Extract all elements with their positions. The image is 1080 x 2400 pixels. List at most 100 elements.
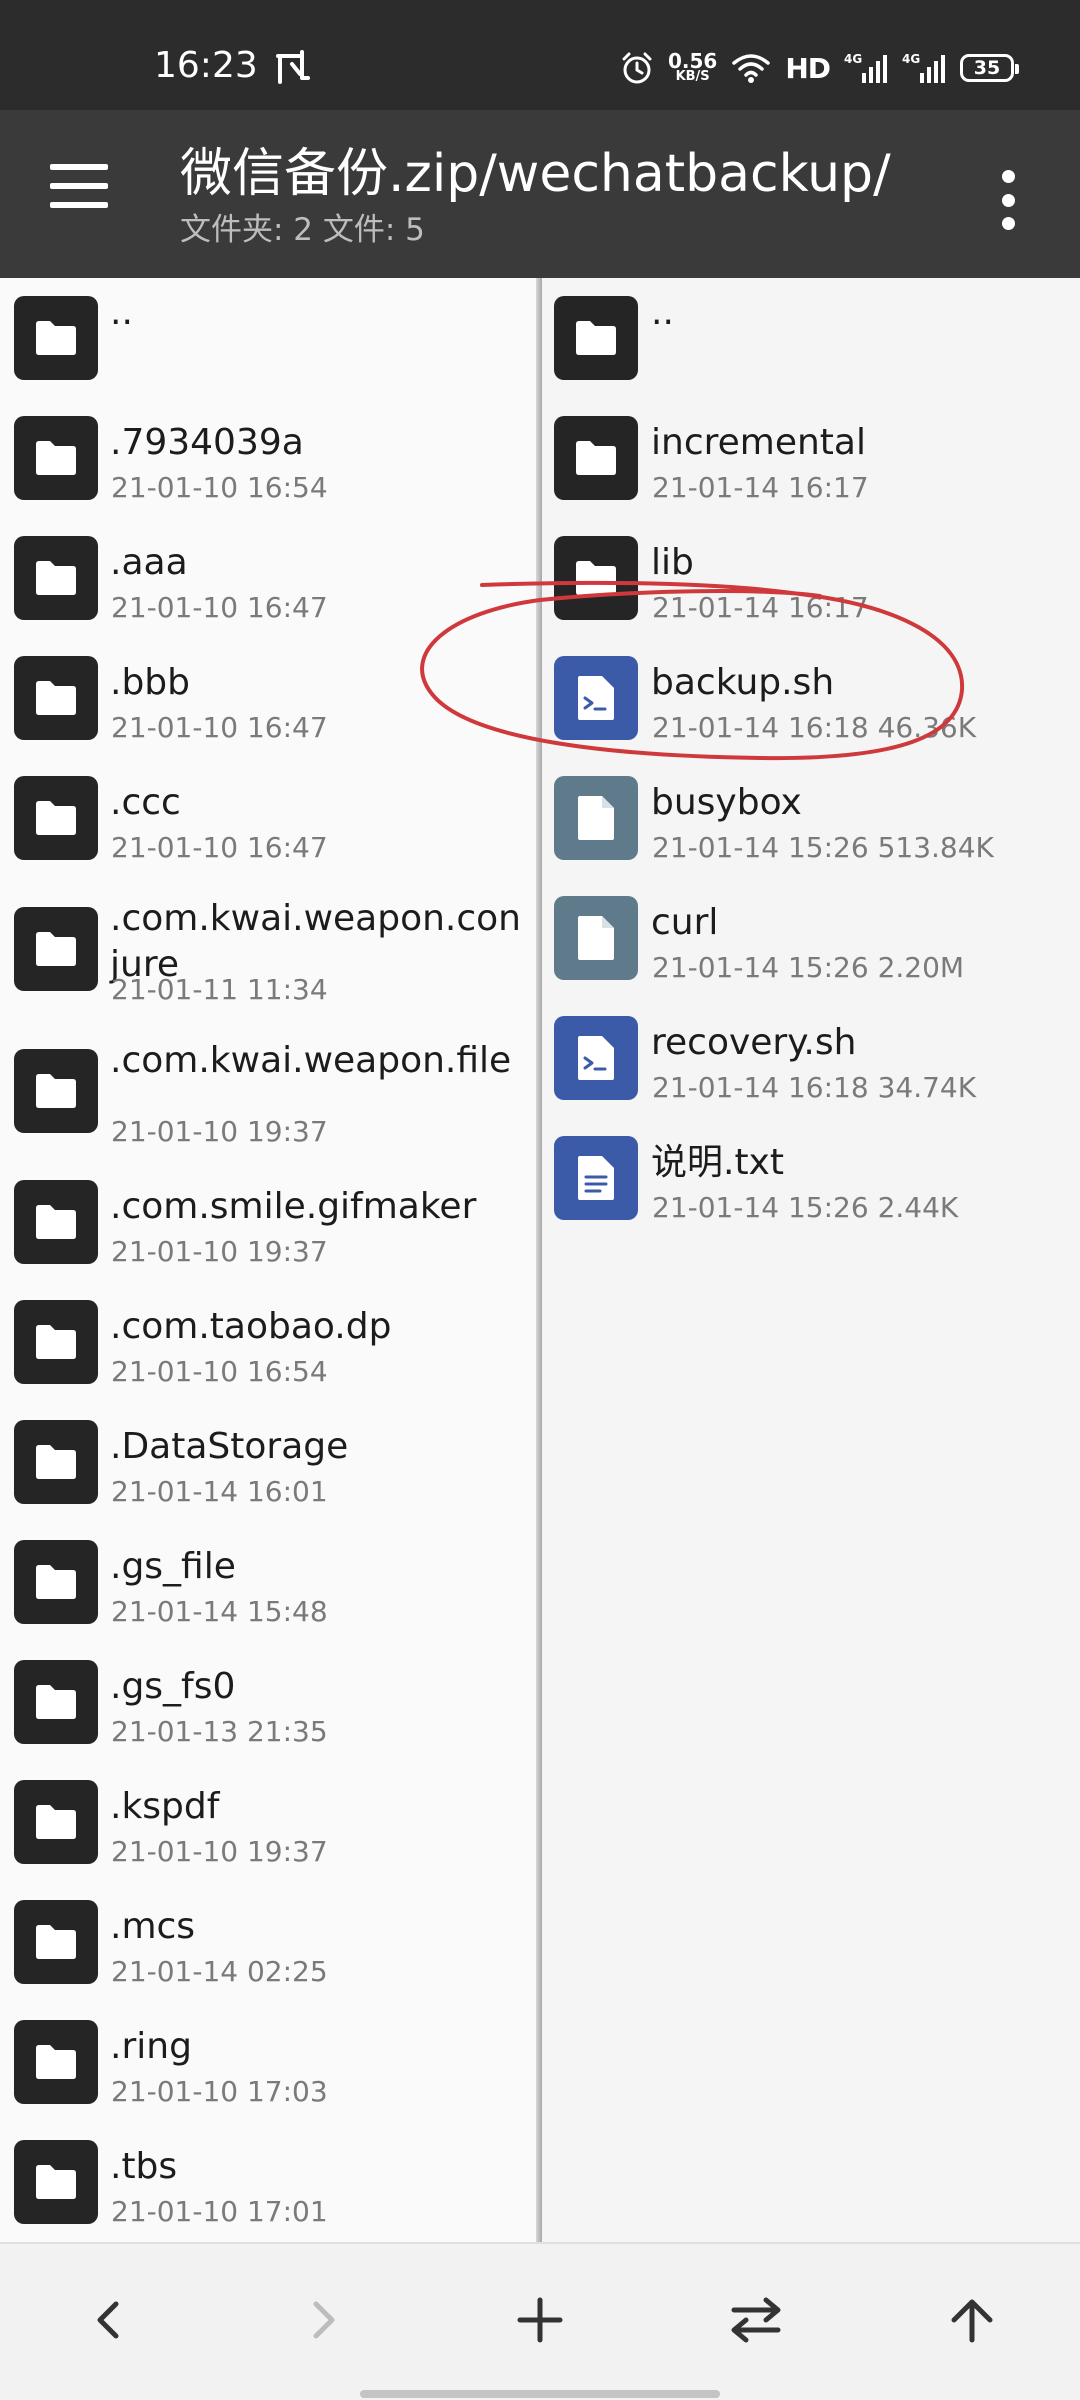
folder-item-lib[interactable]: lib 21-01-14 16:17 xyxy=(542,518,1080,638)
hd-badge: HD xyxy=(785,51,831,85)
wifi-icon xyxy=(732,54,771,83)
folder-icon xyxy=(14,2020,98,2104)
folder-item-com-taobao-dp[interactable]: .com.taobao.dp 21-01-10 16:54 xyxy=(0,1282,536,1402)
folder-item-tbs[interactable]: .tbs 21-01-10 17:01 xyxy=(0,2122,536,2242)
item-meta: 21-01-10 16:54 xyxy=(111,471,328,504)
item-meta: 21-01-10 17:03 xyxy=(111,2075,328,2108)
folder-item-incremental[interactable]: incremental 21-01-14 16:17 xyxy=(542,398,1080,518)
file-item-recovery-sh[interactable]: recovery.sh 21-01-14 16:18 34.74K xyxy=(542,998,1080,1118)
file-item-curl[interactable]: curl 21-01-14 15:26 2.20M xyxy=(542,878,1080,998)
item-meta: 21-01-14 16:18 34.74K xyxy=(652,1071,977,1104)
item-name: .7934039a xyxy=(110,422,304,463)
text-file-icon xyxy=(554,1136,638,1220)
file-icon xyxy=(554,896,638,980)
folder-icon xyxy=(14,1049,98,1133)
net-speed-unit: KB/S xyxy=(675,69,710,84)
folder-icon xyxy=(14,1540,98,1624)
battery-icon: 35 xyxy=(960,54,1019,82)
back-icon[interactable] xyxy=(68,2280,148,2360)
folder-item-parent[interactable]: .. xyxy=(0,278,536,398)
item-name: .kspdf xyxy=(110,1786,220,1827)
item-meta: 21-01-14 15:26 2.20M xyxy=(652,951,965,984)
folder-item-parent[interactable]: .. xyxy=(542,278,1080,398)
item-meta: 21-01-14 02:25 xyxy=(111,1955,328,1988)
item-name: .DataStorage xyxy=(110,1426,349,1467)
folder-icon xyxy=(14,1180,98,1264)
folder-icon xyxy=(14,776,98,860)
alarm-icon xyxy=(622,52,652,84)
item-name: .com.smile.gifmaker xyxy=(110,1186,477,1227)
item-meta: 21-01-10 16:47 xyxy=(111,591,328,624)
folder-icon xyxy=(14,416,98,500)
folder-item-ccc[interactable]: .ccc 21-01-10 16:47 xyxy=(0,758,536,878)
item-name: backup.sh xyxy=(651,662,835,703)
bottom-nav-bar xyxy=(0,2242,1080,2400)
file-item-busybox[interactable]: busybox 21-01-14 15:26 513.84K xyxy=(542,758,1080,878)
folder-item-datastorage[interactable]: .DataStorage 21-01-14 16:01 xyxy=(0,1402,536,1522)
status-time: 16:23 xyxy=(154,45,258,86)
item-meta: 21-01-14 16:17 xyxy=(652,591,869,624)
item-meta: 21-01-14 15:26 513.84K xyxy=(652,831,994,864)
folder-item-bbb[interactable]: .bbb 21-01-10 16:47 xyxy=(0,638,536,758)
file-item-说明-txt[interactable]: 说明.txt 21-01-14 15:26 2.44K xyxy=(542,1118,1080,1238)
folder-item-aaa[interactable]: .aaa 21-01-10 16:47 xyxy=(0,518,536,638)
more-options-icon[interactable] xyxy=(996,170,1020,230)
item-name: .gs_fs0 xyxy=(110,1666,236,1707)
add-icon[interactable] xyxy=(500,2280,580,2360)
folder-icon xyxy=(554,536,638,620)
menu-icon[interactable] xyxy=(50,164,118,224)
up-icon[interactable] xyxy=(932,2280,1012,2360)
right-file-pane[interactable]: .. incremental 21-01-14 16:17 lib 21-01-14 1… xyxy=(542,278,1080,2242)
item-meta: 21-01-10 19:37 xyxy=(111,1115,328,1148)
folder-item-mcs[interactable]: .mcs 21-01-14 02:25 xyxy=(0,1882,536,2002)
folder-item-com-kwai-weapon-conjure[interactable]: .com.kwai.weapon.conjure 21-01-11 11:34 xyxy=(0,878,536,1020)
folder-icon xyxy=(14,2140,98,2224)
item-meta: 21-01-14 16:01 xyxy=(111,1475,328,1508)
item-name: .mcs xyxy=(110,1906,196,1947)
item-name: .com.kwai.weapon.file xyxy=(110,1040,512,1081)
folder-icon xyxy=(554,416,638,500)
forward-icon[interactable] xyxy=(284,2280,364,2360)
item-name: recovery.sh xyxy=(651,1022,857,1063)
item-meta: 21-01-10 16:47 xyxy=(111,831,328,864)
item-meta: 21-01-10 19:37 xyxy=(111,1235,328,1268)
status-icons: 0.56 KB/S HD 4G 4G 35 xyxy=(620,46,1019,90)
folder-item-gs-fs0[interactable]: .gs_fs0 21-01-13 21:35 xyxy=(0,1642,536,1762)
net-speed-value: 0.56 xyxy=(667,49,718,73)
home-indicator[interactable] xyxy=(360,2390,720,2398)
item-name: .bbb xyxy=(110,662,190,703)
folder-icon xyxy=(14,1900,98,1984)
folder-icon xyxy=(14,1660,98,1744)
app-toolbar: 微信备份.zip/wechatbackup/ 文件夹: 2 文件: 5 xyxy=(0,110,1080,278)
item-name: curl xyxy=(651,902,719,943)
status-bar: 16:23 0.56 KB/S HD 4G 4G 35 xyxy=(0,0,1080,110)
folder-icon xyxy=(14,1420,98,1504)
swap-icon[interactable] xyxy=(716,2280,796,2360)
folder-item-gs-file[interactable]: .gs_file 21-01-14 15:48 xyxy=(0,1522,536,1642)
folder-item-kspdf[interactable]: .kspdf 21-01-10 19:37 xyxy=(0,1762,536,1882)
svg-text:4G: 4G xyxy=(902,52,920,66)
folder-icon xyxy=(14,536,98,620)
folder-icon xyxy=(14,907,98,991)
item-name: lib xyxy=(651,542,694,583)
file-item-backup-sh[interactable]: backup.sh 21-01-14 16:18 46.36K xyxy=(542,638,1080,758)
item-name: .. xyxy=(651,292,674,333)
item-meta: 21-01-11 11:34 xyxy=(111,973,328,1006)
folder-icon xyxy=(554,296,638,380)
item-meta: 21-01-10 16:47 xyxy=(111,711,328,744)
item-meta: 21-01-14 16:17 xyxy=(652,471,869,504)
item-name: .tbs xyxy=(110,2146,178,2187)
folder-item-7934039a[interactable]: .7934039a 21-01-10 16:54 xyxy=(0,398,536,518)
item-name: .. xyxy=(110,292,133,333)
net-speed: 0.56 KB/S xyxy=(667,49,718,84)
folder-icon xyxy=(14,296,98,380)
folder-item-ring[interactable]: .ring 21-01-10 17:03 xyxy=(0,2002,536,2122)
item-meta: 21-01-13 21:35 xyxy=(111,1715,328,1748)
item-meta: 21-01-14 16:18 46.36K xyxy=(652,711,977,744)
folder-item-com-kwai-weapon-file[interactable]: .com.kwai.weapon.file 21-01-10 19:37 xyxy=(0,1020,536,1162)
script-file-icon xyxy=(554,1016,638,1100)
left-file-pane[interactable]: .. .7934039a 21-01-10 16:54 .aaa 21-01-10 16… xyxy=(0,278,536,2242)
folder-item-com-smile-gifmaker[interactable]: .com.smile.gifmaker 21-01-10 19:37 xyxy=(0,1162,536,1282)
path-title: 微信备份.zip/wechatbackup/ xyxy=(180,144,891,204)
signal-icon-2: 4G xyxy=(902,52,945,83)
